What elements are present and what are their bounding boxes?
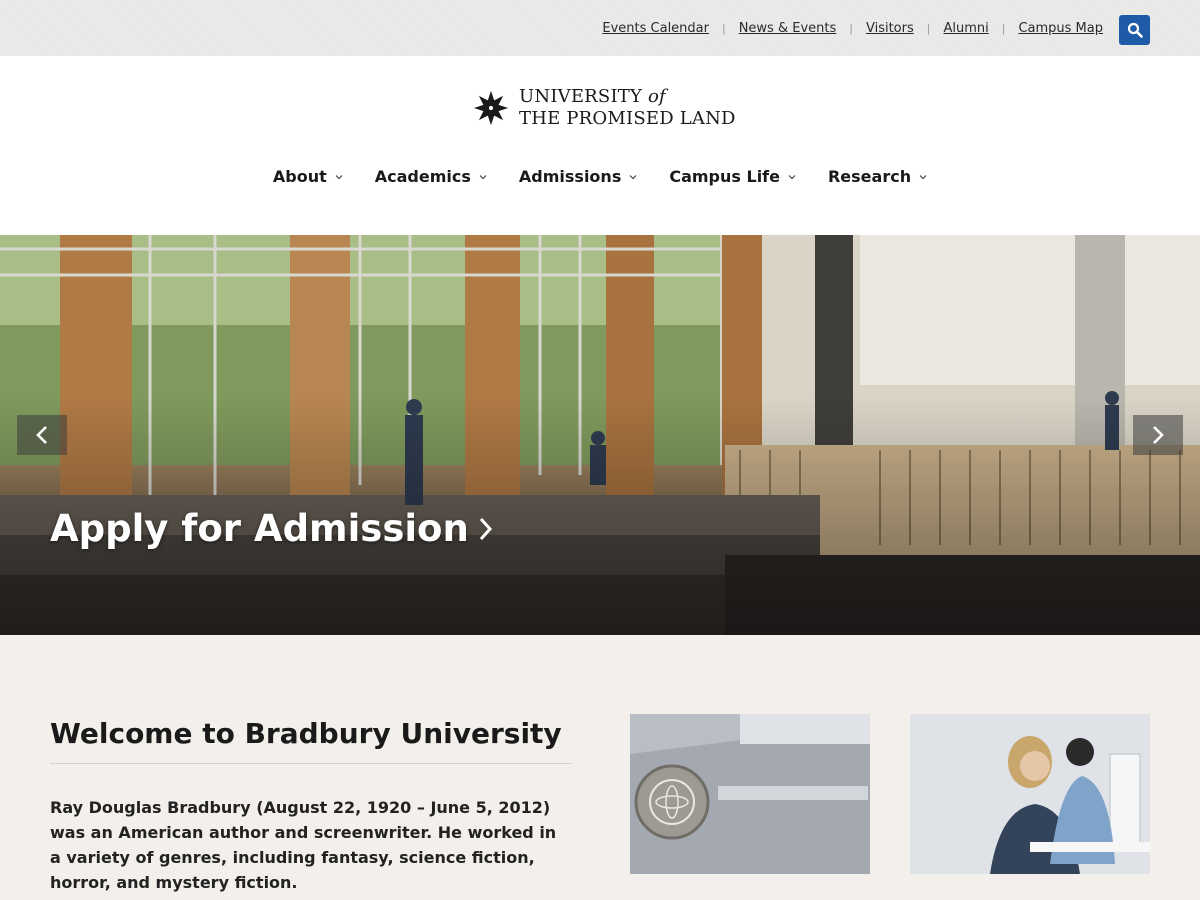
students-image	[910, 714, 1150, 874]
nav-item-label: About	[272, 167, 327, 186]
chevron-down-icon	[788, 174, 796, 179]
separator: |	[849, 21, 853, 35]
university-logo[interactable]: UNIVERSITY of THE PROMISED LAND	[472, 86, 736, 130]
star-flower-logo-icon	[473, 90, 509, 126]
utility-link-news-events[interactable]: News & Events	[739, 21, 837, 36]
chevron-down-icon	[479, 174, 487, 179]
separator: |	[1001, 21, 1006, 35]
university-seal-image	[630, 714, 870, 874]
brand-line1: UNIVERSITY	[519, 86, 648, 107]
nav-item-academics[interactable]: Academics	[359, 167, 503, 186]
utility-link-events-calendar[interactable]: Events Calendar	[602, 21, 709, 36]
nav-item-label: Academics	[374, 167, 471, 186]
welcome-body: Ray Douglas Bradbury (August 22, 1920 – …	[50, 798, 557, 892]
brand-of: of	[647, 86, 666, 107]
chevron-right-icon	[479, 517, 492, 540]
nav-item-label: Campus Life	[669, 167, 780, 186]
nav-item-admissions[interactable]: Admissions	[503, 167, 653, 186]
nav-item-label: Research	[827, 167, 912, 186]
nav-item-label: Admissions	[518, 167, 622, 186]
utility-bar: Events Calendar | News & Events | Visito…	[0, 0, 1200, 56]
chevron-left-icon	[36, 426, 47, 444]
page-title: Welcome to Bradbury University	[50, 717, 562, 750]
students-laptops-photo[interactable]	[910, 714, 1150, 874]
hero-shade	[0, 235, 1200, 635]
carousel-prev-button[interactable]	[17, 415, 67, 455]
welcome-section: Welcome to Bradbury University Ray Dougl…	[0, 635, 1200, 900]
divider	[50, 763, 571, 764]
chevron-right-icon	[1153, 426, 1164, 444]
brand-line2: THE PROMISED LAND	[519, 108, 736, 129]
utility-nav: Events Calendar | News & Events | Visito…	[602, 0, 1103, 56]
search-icon	[1127, 22, 1143, 38]
hero-cta-link[interactable]: Apply for Admission	[50, 507, 493, 550]
nav-item-research[interactable]: Research	[812, 167, 943, 186]
hero-title: Apply for Admission	[50, 507, 469, 550]
chevron-down-icon	[629, 174, 637, 179]
separator: |	[926, 21, 931, 35]
carousel-next-button[interactable]	[1133, 415, 1183, 455]
university-name: UNIVERSITY of THE PROMISED LAND	[519, 86, 736, 130]
main-nav: About Academics Admissions Campus Life R…	[0, 167, 1200, 186]
chevron-down-icon	[919, 174, 927, 179]
search-button[interactable]	[1119, 15, 1150, 45]
nav-item-about[interactable]: About	[257, 167, 359, 186]
chevron-down-icon	[335, 174, 343, 179]
utility-link-visitors[interactable]: Visitors	[866, 21, 914, 36]
utility-link-campus-map[interactable]: Campus Map	[1018, 21, 1103, 36]
site-header: UNIVERSITY of THE PROMISED LAND About Ac…	[0, 56, 1200, 235]
separator: |	[721, 21, 726, 35]
hero-carousel: Apply for Admission	[0, 235, 1200, 635]
utility-link-alumni[interactable]: Alumni	[943, 21, 988, 36]
nav-item-campus-life[interactable]: Campus Life	[653, 167, 812, 186]
campus-seal-photo[interactable]	[630, 714, 870, 874]
